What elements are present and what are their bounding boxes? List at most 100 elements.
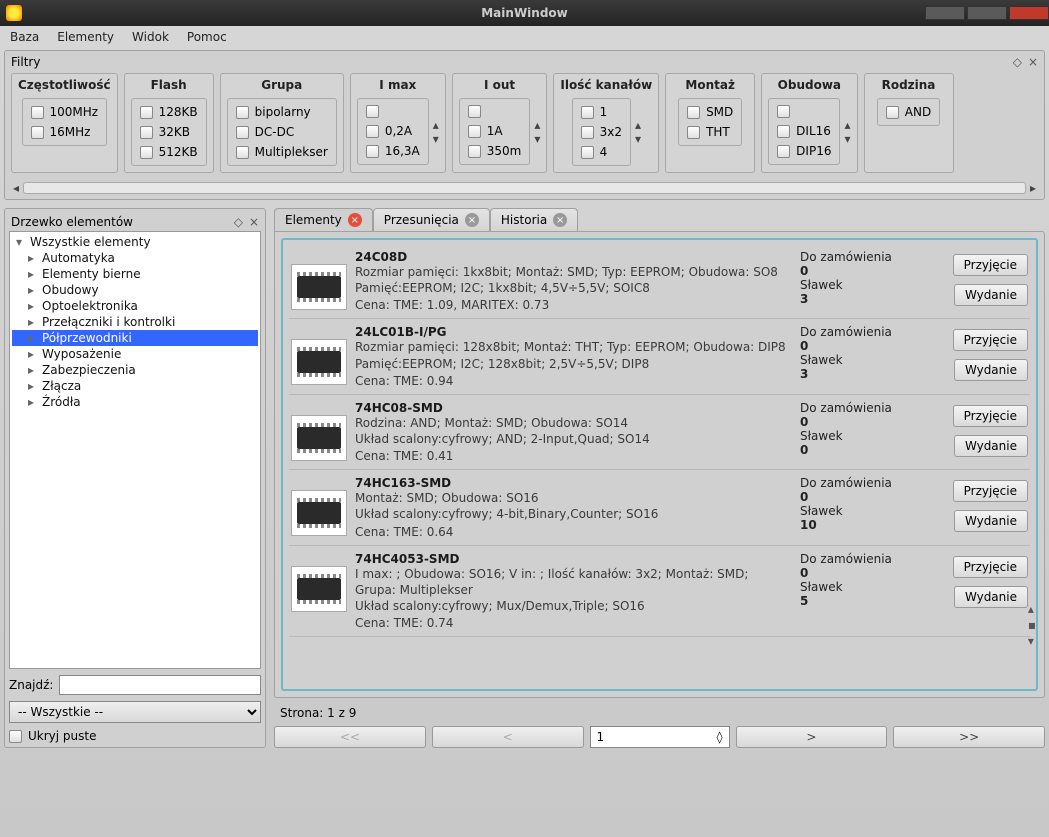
- filter-option[interactable]: 128KB: [140, 105, 198, 119]
- issue-button[interactable]: Wydanie: [954, 359, 1028, 381]
- tabs: Elementy×Przesunięcia×Historia×: [274, 208, 1045, 231]
- tree-item[interactable]: ▸Złącza: [12, 378, 258, 394]
- element-tree[interactable]: ▾Wszystkie elementy▸Automatyka▸Elementy …: [9, 231, 261, 669]
- issue-button[interactable]: Wydanie: [954, 510, 1028, 532]
- pager-prev-button[interactable]: <: [432, 726, 584, 748]
- filters-scrollbar[interactable]: ◂ ▸: [9, 181, 1040, 195]
- hide-empty-checkbox[interactable]: Ukryj puste: [9, 729, 261, 743]
- filter-option[interactable]: 32KB: [140, 125, 198, 139]
- titlebar: MainWindow: [0, 0, 1049, 26]
- filter-scroll[interactable]: ▴▾: [635, 119, 641, 145]
- filter-option[interactable]: DIL16: [777, 124, 831, 138]
- tab-close-icon[interactable]: ×: [553, 213, 567, 227]
- filter-group-title: I out: [484, 78, 515, 92]
- pager-page-input[interactable]: 1◊: [590, 726, 730, 748]
- tree-root[interactable]: ▾Wszystkie elementy: [12, 234, 258, 250]
- scroll-left-icon[interactable]: ◂: [9, 181, 23, 195]
- list-scroll-down-icon[interactable]: ▾: [1028, 634, 1036, 648]
- pager-next-button[interactable]: >: [736, 726, 888, 748]
- owner-value: 3: [800, 367, 930, 381]
- tree-item[interactable]: ▸Obudowy: [12, 282, 258, 298]
- filter-option[interactable]: 1A: [468, 124, 522, 138]
- list-item[interactable]: 74HC163-SMDMontaż: SMD; Obudowa: SO16Ukł…: [289, 470, 1030, 545]
- menu-widok[interactable]: Widok: [132, 30, 169, 44]
- filter-group-0: Częstotliwość100MHz16MHz: [11, 73, 118, 173]
- pager-last-button[interactable]: >>: [893, 726, 1045, 748]
- minimize-button[interactable]: [925, 6, 965, 20]
- filter-option[interactable]: DC-DC: [236, 125, 328, 139]
- filter-group-2: GrupabipolarnyDC-DCMultiplekser: [220, 73, 344, 173]
- tab-przesunięcia[interactable]: Przesunięcia×: [373, 208, 490, 231]
- filters-close-icon[interactable]: ×: [1028, 55, 1038, 69]
- close-window-button[interactable]: [1009, 6, 1049, 20]
- filter-scroll[interactable]: ▴▾: [534, 119, 540, 145]
- filter-scroll[interactable]: ▴▾: [844, 119, 850, 145]
- filter-group-title: Montaż: [685, 78, 735, 92]
- filter-scroll[interactable]: ▴▾: [433, 119, 439, 145]
- filter-option[interactable]: DIP16: [777, 144, 831, 158]
- filter-option[interactable]: 1: [581, 105, 622, 119]
- order-value: 0: [800, 415, 930, 429]
- accept-button[interactable]: Przyjęcie: [953, 254, 1028, 276]
- accept-button[interactable]: Przyjęcie: [953, 556, 1028, 578]
- filter-option[interactable]: bipolarny: [236, 105, 328, 119]
- filter-option[interactable]: 4: [581, 145, 622, 159]
- menu-baza[interactable]: Baza: [10, 30, 39, 44]
- tree-close-icon[interactable]: ×: [249, 215, 259, 229]
- tab-elementy[interactable]: Elementy×: [274, 208, 373, 231]
- filter-option[interactable]: 0,2A: [366, 124, 420, 138]
- issue-button[interactable]: Wydanie: [954, 435, 1028, 457]
- tree-item[interactable]: ▸Optoelektronika: [12, 298, 258, 314]
- accept-button[interactable]: Przyjęcie: [953, 329, 1028, 351]
- list-item[interactable]: 74HC08-SMDRodzina: AND; Montaż: SMD; Obu…: [289, 395, 1030, 470]
- tree-item[interactable]: ▸Źródła: [12, 394, 258, 410]
- list-scroll-up-icon[interactable]: ▴: [1028, 602, 1036, 616]
- find-input[interactable]: [59, 675, 261, 695]
- filter-option[interactable]: AND: [886, 105, 931, 119]
- tree-item[interactable]: ▸Półprzewodniki: [12, 330, 258, 346]
- tree-item[interactable]: ▸Elementy bierne: [12, 266, 258, 282]
- filters-undock-icon[interactable]: ◇: [1013, 55, 1022, 69]
- filter-option[interactable]: 16,3A: [366, 144, 420, 158]
- owner-label: Sławek: [800, 504, 930, 518]
- item-desc: Rodzina: AND; Montaż: SMD; Obudowa: SO14: [355, 415, 792, 431]
- filter-option[interactable]: 100MHz: [31, 105, 99, 119]
- filter-option[interactable]: [366, 105, 420, 118]
- tab-historia[interactable]: Historia×: [490, 208, 578, 231]
- accept-button[interactable]: Przyjęcie: [953, 405, 1028, 427]
- tab-close-icon[interactable]: ×: [465, 213, 479, 227]
- filter-option[interactable]: THT: [687, 125, 733, 139]
- accept-button[interactable]: Przyjęcie: [953, 480, 1028, 502]
- list-scroll-handle[interactable]: ▪: [1028, 618, 1036, 632]
- tree-item[interactable]: ▸Wyposażenie: [12, 346, 258, 362]
- category-select[interactable]: -- Wszystkie --: [9, 701, 261, 723]
- item-desc: Montaż: SMD; Obudowa: SO16: [355, 490, 792, 506]
- tab-close-icon[interactable]: ×: [348, 213, 362, 227]
- maximize-button[interactable]: [967, 6, 1007, 20]
- filter-option[interactable]: Multiplekser: [236, 145, 328, 159]
- issue-button[interactable]: Wydanie: [954, 284, 1028, 306]
- item-thumbnail: [291, 490, 347, 536]
- order-label: Do zamówienia: [800, 476, 930, 490]
- filter-option[interactable]: 350m: [468, 144, 522, 158]
- menu-pomoc[interactable]: Pomoc: [187, 30, 227, 44]
- tree-item[interactable]: ▸Zabezpieczenia: [12, 362, 258, 378]
- filter-option[interactable]: [777, 105, 831, 118]
- filter-option[interactable]: 3x2: [581, 125, 622, 139]
- tree-item[interactable]: ▸Automatyka: [12, 250, 258, 266]
- issue-button[interactable]: Wydanie: [954, 586, 1028, 608]
- filter-group-4: I out 1A 350m ▴▾: [452, 73, 548, 173]
- filter-option[interactable]: [468, 105, 522, 118]
- filter-option[interactable]: 16MHz: [31, 125, 99, 139]
- filter-option[interactable]: 512KB: [140, 145, 198, 159]
- tree-undock-icon[interactable]: ◇: [234, 215, 243, 229]
- list-item[interactable]: 24LC01B-I/PGRozmiar pamięci: 128x8bit; M…: [289, 319, 1030, 394]
- list-item[interactable]: 24C08DRozmiar pamięci: 1kx8bit; Montaż: …: [289, 244, 1030, 319]
- filter-group-title: I max: [379, 78, 416, 92]
- scroll-right-icon[interactable]: ▸: [1026, 181, 1040, 195]
- filter-option[interactable]: SMD: [687, 105, 733, 119]
- menu-elementy[interactable]: Elementy: [57, 30, 114, 44]
- list-item[interactable]: 74HC4053-SMDI max: ; Obudowa: SO16; V in…: [289, 546, 1030, 638]
- tree-item[interactable]: ▸Przełączniki i kontrolki: [12, 314, 258, 330]
- pager-first-button[interactable]: <<: [274, 726, 426, 748]
